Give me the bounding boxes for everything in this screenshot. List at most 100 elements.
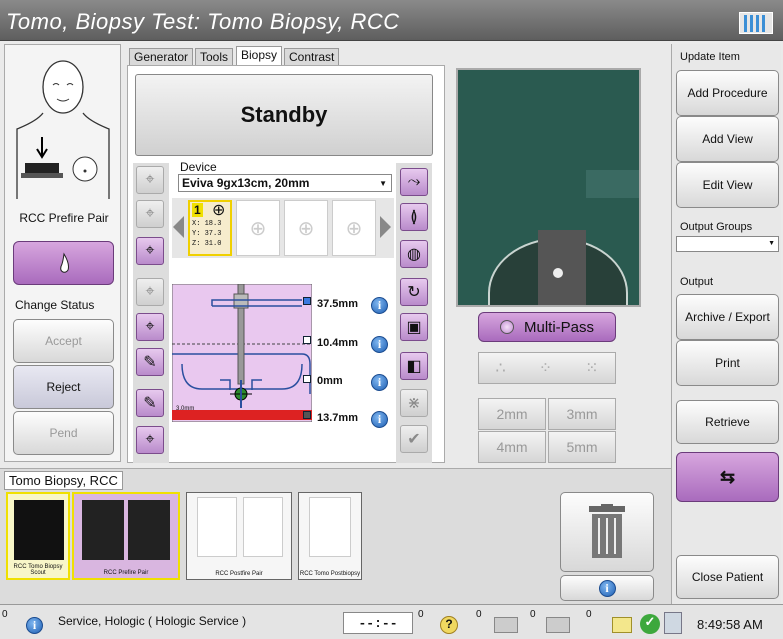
procedure-name[interactable]: Tomo Biopsy, RCC [4, 471, 123, 490]
target-select-icon[interactable]: ⌖ [136, 166, 164, 194]
info-icon[interactable]: i [371, 297, 388, 314]
multi-pass-button[interactable]: Multi-Pass [478, 312, 616, 342]
network-icon[interactable] [664, 612, 682, 634]
pattern-3-dots-icon[interactable]: ∴ [496, 358, 506, 378]
add-procedure-button[interactable]: Add Procedure [676, 70, 779, 116]
thumbnail-postfire[interactable]: RCC Postfire Pair [186, 492, 292, 580]
droplet-icon[interactable]: ◍ [400, 240, 428, 268]
print-button[interactable]: Print [676, 340, 779, 386]
info-icon[interactable]: i [371, 336, 388, 353]
thumbnail-caption: RCC Postfire Pair [215, 571, 263, 577]
target-card-empty[interactable]: ⊕ [236, 200, 280, 256]
depth-marker [303, 375, 311, 383]
needle-diagram [172, 284, 312, 422]
archive-export-button[interactable]: Archive / Export [676, 294, 779, 340]
value-1: 37.5mm [314, 298, 361, 312]
target-alt-icon[interactable]: ⌖ [136, 278, 164, 306]
pend-button[interactable]: Pend [13, 411, 114, 455]
retrieve-button[interactable]: Retrieve [676, 400, 779, 444]
accept-button[interactable]: Accept [13, 319, 114, 363]
target-grid-icon[interactable]: ⌖ [136, 426, 164, 454]
layout-toggle-button[interactable]: ⇆ [676, 452, 779, 502]
target-image-region [538, 230, 586, 305]
trash-icon [589, 504, 625, 558]
system-ok-icon[interactable]: ✓ [640, 614, 660, 634]
add-view-button[interactable]: Add View [676, 116, 779, 162]
notes-icon[interactable] [612, 617, 632, 633]
reject-button[interactable]: Reject [13, 365, 114, 409]
target-marker [553, 268, 563, 278]
image-preview [456, 68, 641, 307]
needle-up-icon[interactable]: ✎ [136, 348, 164, 376]
patient-icon [197, 497, 237, 557]
target-send-icon[interactable]: ⌖ [136, 237, 164, 265]
standby-status: Standby [135, 74, 433, 156]
thumbnail-image [82, 500, 124, 560]
rotate-icon[interactable]: ↻ [400, 278, 428, 306]
change-status-label: Change Status [15, 298, 95, 312]
target-card-empty[interactable]: ⊕ [284, 200, 328, 256]
timer-display: --:-- [343, 612, 413, 634]
thumbnail-prefire[interactable]: RCC Prefire Pair [72, 492, 180, 580]
depth-marker [303, 411, 311, 419]
scroll-right-arrow-icon[interactable] [380, 216, 391, 238]
value-3: 0mm [314, 375, 346, 389]
edit-view-button[interactable]: Edit View [676, 162, 779, 208]
info-icon[interactable]: i [26, 617, 43, 634]
thumbnail-postbiopsy[interactable]: RCC Tomo Postbiopsy [298, 492, 362, 580]
collapse-icon[interactable]: ⋇ [400, 389, 428, 417]
pattern-5-dots-icon[interactable]: ⁘ [539, 358, 552, 378]
output-groups-label: Output Groups [680, 221, 753, 233]
multi-pass-label: Multi-Pass [523, 318, 594, 336]
thumbnail-caption: RCC Tomo Biopsy Scout [13, 564, 63, 576]
offset-5mm-button[interactable]: 5mm [548, 431, 616, 463]
needle-path-icon[interactable]: ⤳ [400, 168, 428, 196]
needle-mode-button[interactable] [13, 241, 114, 285]
thumbnail-scout[interactable]: RCC Tomo Biopsy Scout [6, 492, 70, 580]
hologic-logo-icon [739, 12, 773, 34]
target-card-empty[interactable]: ⊕ [332, 200, 376, 256]
thumbnail-image [128, 500, 170, 560]
toggle-view-icon[interactable]: ◧ [400, 352, 428, 380]
info-button[interactable]: i [560, 575, 654, 601]
tube-icon[interactable] [494, 617, 518, 633]
thumbnail-caption: RCC Prefire Pair [103, 570, 149, 576]
info-icon[interactable]: i [371, 411, 388, 428]
detector-icon[interactable] [546, 617, 570, 633]
output-groups-select[interactable]: ▼ [676, 236, 779, 252]
delete-button[interactable] [560, 492, 654, 572]
tab-contrast[interactable]: Contrast [284, 48, 340, 65]
help-icon[interactable]: ? [440, 616, 458, 634]
breast-position-icon [16, 60, 110, 199]
scroll-left-arrow-icon[interactable] [173, 216, 184, 238]
target-alert-icon[interactable]: ⌖ [136, 313, 164, 341]
target-card-1[interactable]: 1 ⊕ X: 18.3 Y: 37.3 Z: 31.0 [188, 200, 232, 256]
layout-icon: ⇆ [719, 466, 736, 487]
needle-down-icon[interactable]: ✎ [136, 389, 164, 417]
depth-marker [303, 297, 311, 305]
tab-generator[interactable]: Generator [129, 48, 194, 65]
target-delete-icon[interactable]: ⌖ [136, 200, 164, 228]
offset-3mm-button[interactable]: 3mm [548, 398, 616, 430]
update-item-label: Update Item [680, 51, 740, 63]
diagram-scale-label: 3.0mm [176, 406, 195, 412]
target-x: X: 18.3 [192, 220, 222, 228]
value-2: 10.4mm [314, 337, 361, 351]
checkmark-icon[interactable]: ✔ [400, 425, 428, 453]
tab-biopsy[interactable]: Biopsy [236, 46, 283, 65]
chevron-down-icon: ▼ [379, 178, 387, 188]
pattern-6-dots-icon[interactable]: ⁙ [585, 358, 598, 378]
device-select[interactable]: Eviva 9gx13cm, 20mm ▼ [178, 174, 392, 192]
monitor-icon[interactable]: ▣ [400, 313, 428, 341]
count-label: 0 [530, 609, 536, 620]
patient-icon [309, 497, 351, 557]
paddle-outline [586, 170, 639, 198]
offset-2mm-button[interactable]: 2mm [478, 398, 546, 430]
tab-tools[interactable]: Tools [195, 48, 234, 65]
crosshair-icon: ⊕ [212, 202, 226, 219]
needle-guide-icon[interactable]: ≬ [400, 203, 428, 231]
count-label: 0 [586, 609, 592, 620]
close-patient-button[interactable]: Close Patient [676, 555, 779, 599]
offset-4mm-button[interactable]: 4mm [478, 431, 546, 463]
info-icon[interactable]: i [371, 374, 388, 391]
